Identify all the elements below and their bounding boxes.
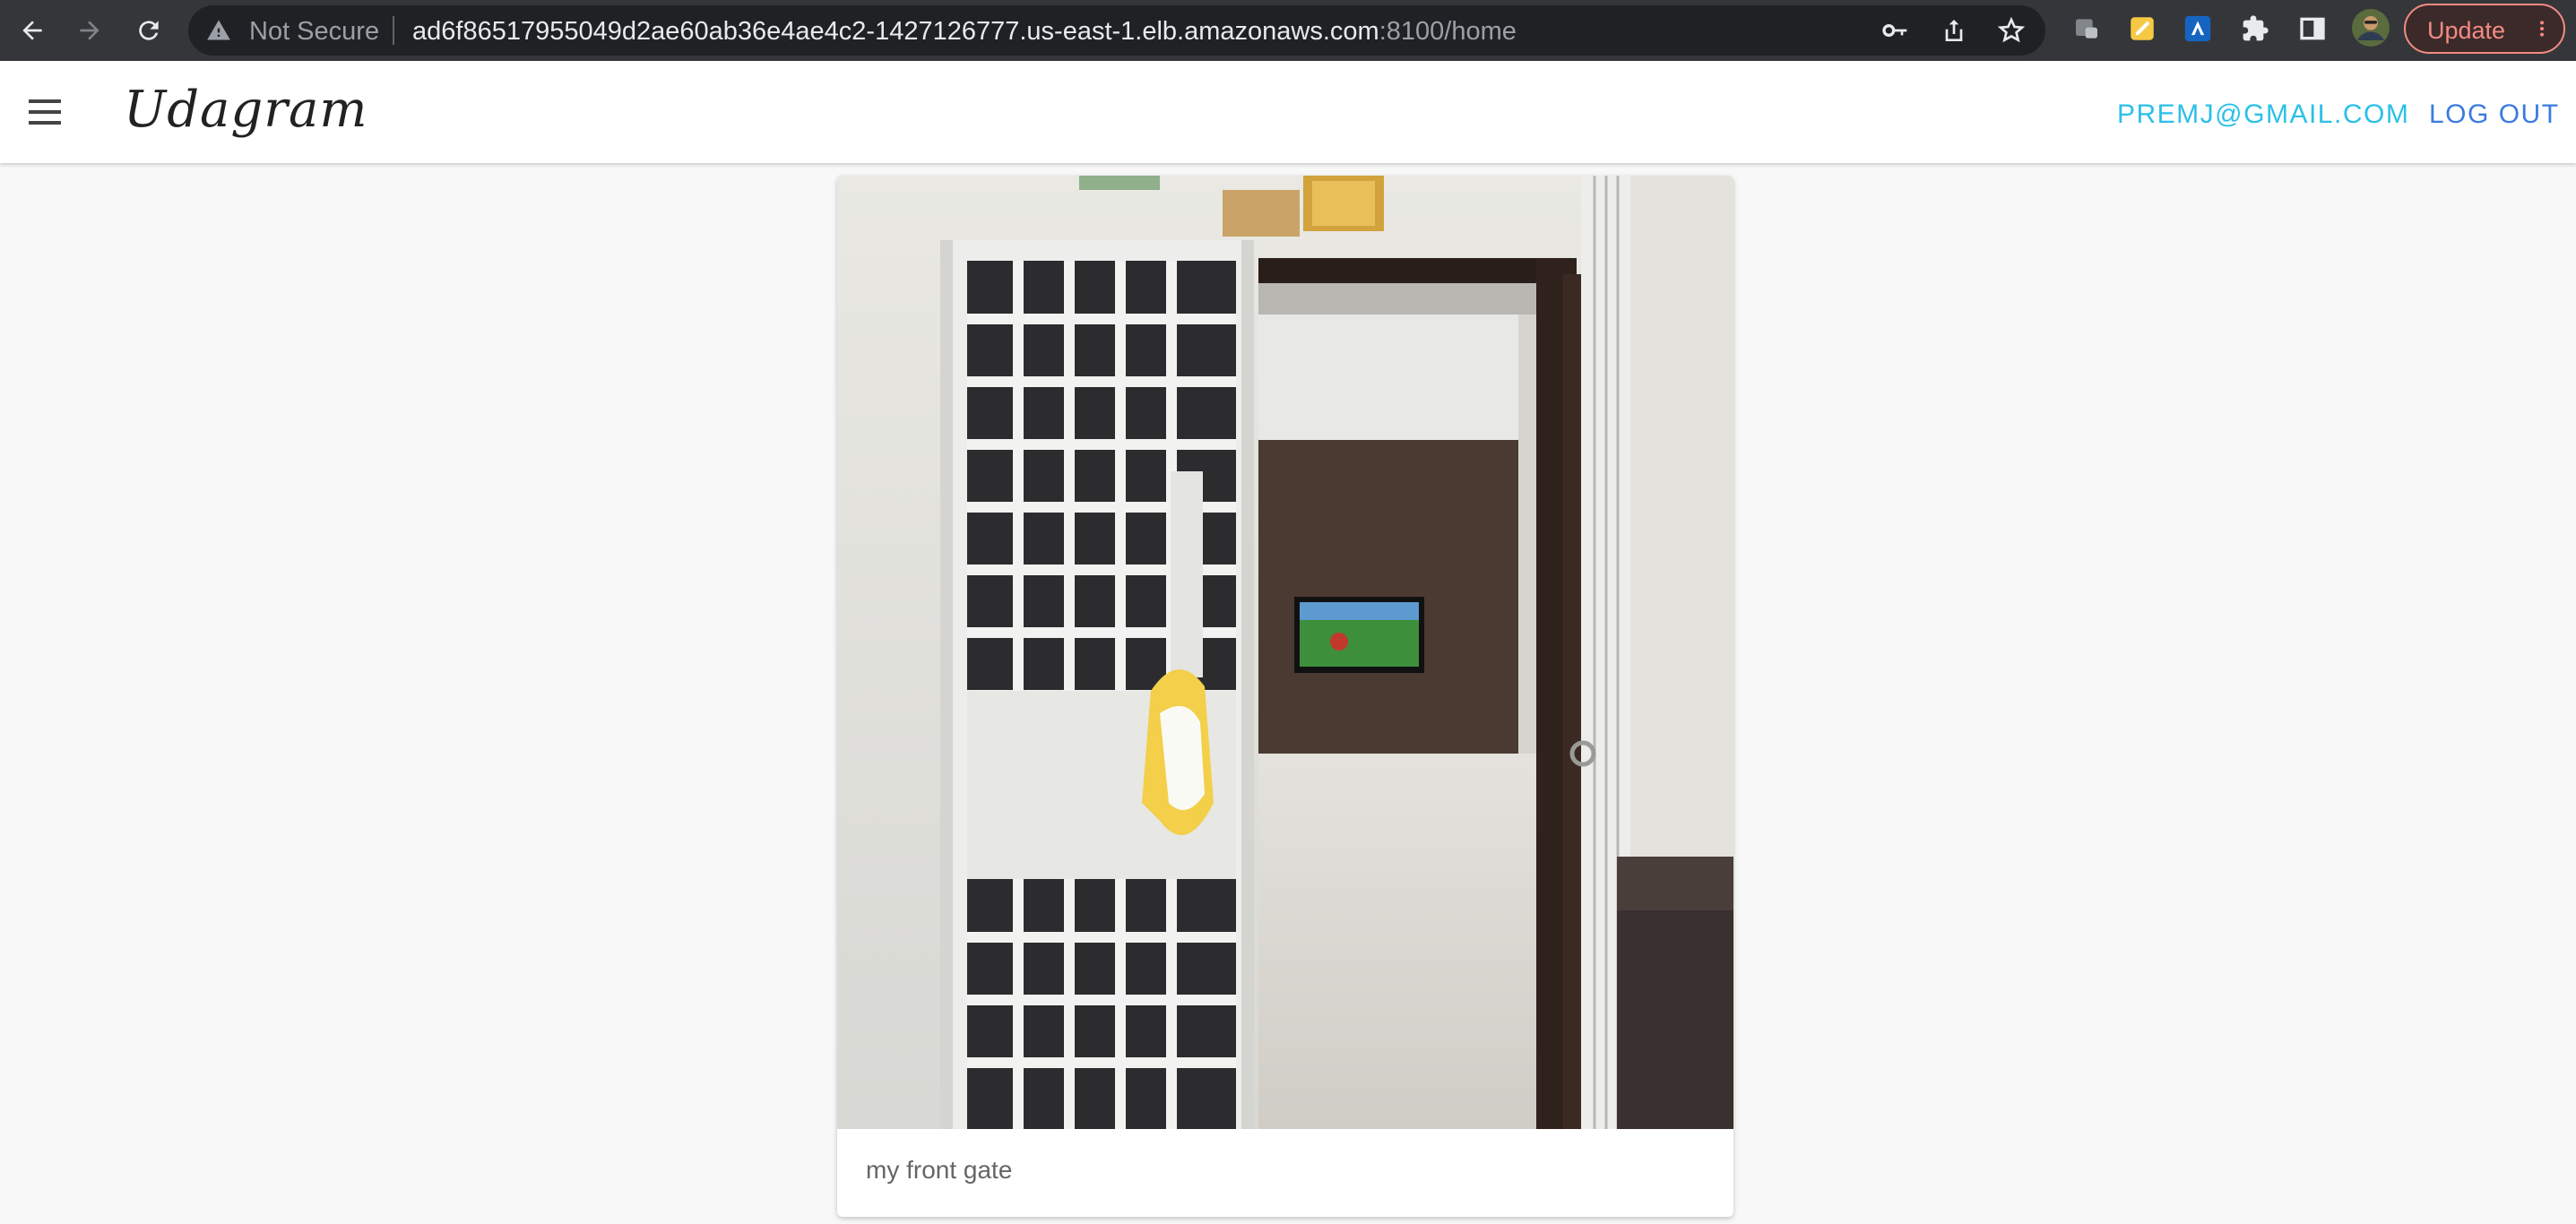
extension-2-icon[interactable] [2126,13,2158,45]
reload-button[interactable] [127,9,170,52]
avatar-icon [2352,9,2390,47]
key-icon[interactable] [1880,16,1909,45]
feed-item-card: my front gate [837,176,1733,1217]
menu-icon-bar [29,110,61,114]
menu-icon-bar [29,121,61,125]
profile-avatar[interactable] [2352,9,2390,47]
back-arrow-icon [22,21,42,40]
notes-icon [2131,17,2154,40]
share-icon[interactable] [1940,16,1968,45]
extensions-menu-button[interactable] [2239,13,2271,45]
more-vert-icon [2540,21,2544,37]
url-path: :8100/home [1379,17,1517,46]
feed-item-photo [837,176,1733,1129]
url-host: ad6f86517955049d2ae60ab36e4ae4c2-1427126… [412,17,1379,46]
app-toolbar: Udagram PREMJ@GMAIL.COM LOG OUT [0,61,2576,163]
extension-icon[interactable] [2070,13,2103,45]
update-button[interactable]: Update [2404,4,2565,54]
update-label: Update [2427,17,2506,44]
side-panel-button[interactable] [2296,13,2329,45]
puzzle-icon [2243,15,2269,41]
url-text[interactable]: ad6f86517955049d2ae60ab36e4ae4c2-1427126… [412,18,1517,45]
extension-1-icon [2076,19,2097,39]
logout-button[interactable]: LOG OUT [2429,99,2560,130]
extension-3-icon[interactable] [2182,13,2214,45]
menu-icon [29,99,61,103]
back-button[interactable] [11,9,54,52]
side-panel-icon [2300,17,2325,40]
divider [393,16,394,45]
reload-icon [139,21,159,40]
security-label[interactable]: Not Secure [249,18,379,45]
star-icon[interactable] [1997,16,2026,45]
warning-icon [207,20,230,40]
forward-arrow-icon [80,21,99,40]
forward-button[interactable] [68,9,111,52]
user-email-link[interactable]: PREMJ@GMAIL.COM [2117,99,2409,130]
writer-icon [2184,15,2211,42]
browser-chrome: Not Secure ad6f86517955049d2ae60ab36e4ae… [0,0,2576,61]
address-bar[interactable]: Not Secure ad6f86517955049d2ae60ab36e4ae… [188,5,2045,56]
menu-button[interactable] [22,91,68,134]
app-title: Udagram [124,81,368,139]
feed-item-caption: my front gate [866,1156,1013,1184]
